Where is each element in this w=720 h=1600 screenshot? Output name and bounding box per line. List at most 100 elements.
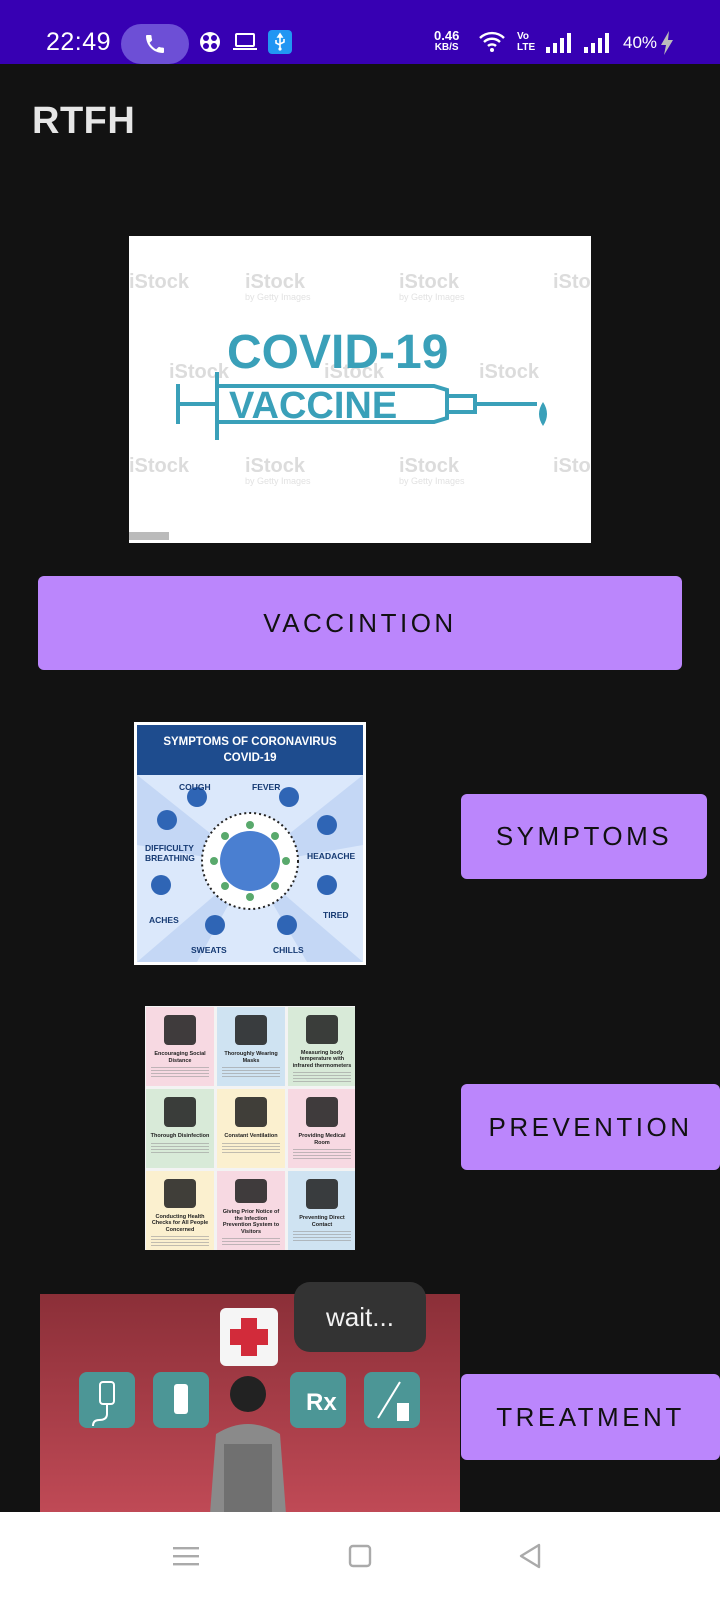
navigation-bar [0, 1512, 720, 1600]
status-time: 22:49 [46, 28, 112, 56]
label-cough: COUGH [179, 782, 211, 792]
vaccine-image: iStock iStock iStock iStock iStock iStoc… [129, 236, 591, 543]
prevention-tile-title: Conducting Health Checks for All People … [151, 1213, 209, 1233]
prevention-tile-title: Measuring body temperature with infrared… [292, 1049, 352, 1069]
prevention-tile-title: Providing Medical Room [298, 1133, 346, 1146]
home-square-icon [348, 1544, 372, 1568]
watermark-1: iStock [129, 271, 190, 293]
back-button[interactable] [510, 1536, 550, 1576]
watermark-sub-1: by Getty Images [245, 292, 311, 302]
prevention-tile-body [222, 1238, 280, 1246]
prevention-tile-body [222, 1142, 280, 1153]
label-headache: HEADACHE [307, 851, 356, 861]
prevention-tile-title: Giving Prior Notice of the Infection Pre… [222, 1209, 280, 1235]
symptoms-title-line2: COVID-19 [223, 752, 276, 764]
volte-indicator: Vo LTE [517, 31, 535, 53]
symptoms-button[interactable]: SYMPTOMS [461, 794, 707, 879]
prevention-tile-icon [235, 1015, 267, 1045]
prevention-tile-body [151, 1067, 209, 1077]
prevention-tile: Measuring body temperature with infrared… [288, 1007, 355, 1086]
app-title: RTFH [32, 100, 136, 142]
prevention-tile-title: Encouraging Social Distance [154, 1051, 206, 1064]
network-speed-value: 0.46 [434, 28, 460, 43]
prevention-tile-title: Preventing Direct Contact [299, 1215, 345, 1228]
prevention-tile-body [151, 1142, 209, 1153]
prevention-tile: Encouraging Social Distance [146, 1007, 214, 1086]
label-breathing1: DIFFICULTY [145, 843, 194, 853]
menu-icon [173, 1547, 199, 1566]
battery-percent: 40% [623, 33, 658, 52]
prevention-tile-title: Thoroughly Wearing Masks [224, 1051, 278, 1064]
iv-drip-icon [79, 1372, 135, 1428]
prevention-tile-body [293, 1231, 351, 1241]
volte-line1: Vo [517, 31, 530, 42]
signal-sim2-icon [584, 33, 609, 53]
syringe-vial-icon [364, 1372, 420, 1428]
first-aid-icon [220, 1308, 278, 1366]
vaccine-illustration: iStock iStock iStock iStock iStock iStoc… [129, 271, 591, 540]
signal-sim1-icon [546, 33, 571, 53]
usb-icon [268, 30, 292, 54]
volte-line2: LTE [517, 42, 536, 53]
back-triangle-icon [519, 1543, 541, 1569]
prevention-tile: Thorough Disinfection [146, 1089, 214, 1168]
network-speed: 0.46 KB/S [434, 28, 460, 54]
vaccine-image-line1: COVID-19 [227, 326, 448, 379]
treatment-button[interactable]: TREATMENT [461, 1374, 720, 1460]
network-speed-unit: KB/S [434, 42, 459, 53]
recents-button[interactable] [166, 1536, 206, 1576]
prevention-tile-icon [164, 1015, 196, 1045]
charging-icon [661, 31, 673, 55]
prevention-image: Encouraging Social Distance Thoroughly We… [145, 1006, 355, 1250]
laptop-icon [233, 33, 257, 50]
watermark-11: iStock [553, 455, 591, 477]
label-breathing2: BREATHING [145, 853, 195, 863]
prevention-tile-title: Constant Ventilation [224, 1133, 278, 1139]
prevention-tile: Constant Ventilation [217, 1089, 285, 1168]
watermark-sub-4: by Getty Images [399, 476, 465, 486]
symptoms-image: SYMPTOMS OF CORONAVIRUS COVID-19 COUGH F… [134, 722, 366, 965]
vaccination-button[interactable]: VACCINTION [38, 576, 682, 670]
phone-icon [146, 35, 164, 53]
watermark-8: iStock [129, 455, 190, 477]
watermark-sub-3: by Getty Images [245, 476, 311, 486]
prevention-tile: Providing Medical Room [288, 1089, 355, 1168]
vaccine-image-line2: VACCINE [229, 385, 397, 427]
prevention-tile-icon [306, 1015, 338, 1044]
label-chills: CHILLS [273, 945, 304, 955]
watermark-7: iStock [479, 361, 540, 383]
prevention-grid: Encouraging Social Distance Thoroughly We… [145, 1006, 355, 1250]
prevention-tile-body [222, 1067, 280, 1077]
label-aches: ACHES [149, 915, 179, 925]
wifi-icon [479, 31, 505, 52]
watermark-2: iStock [245, 271, 306, 293]
watermark-10: iStock [399, 455, 460, 477]
home-button[interactable] [340, 1536, 380, 1576]
prevention-tile-body [293, 1149, 351, 1159]
label-tired: TIRED [323, 910, 349, 920]
watermark-sub-2: by Getty Images [399, 292, 465, 302]
prevention-tile-body [293, 1072, 351, 1082]
watermark-3: iStock [399, 271, 460, 293]
prevention-tile-icon [164, 1179, 196, 1208]
prevention-button[interactable]: PREVENTION [461, 1084, 720, 1170]
symptoms-illustration: SYMPTOMS OF CORONAVIRUS COVID-19 COUGH F… [137, 725, 363, 962]
status-bar: 22:49 0.46 KB/S Vo LTE 40% [0, 0, 720, 64]
symptoms-title-line1: SYMPTOMS OF CORONAVIRUS [163, 736, 337, 748]
prevention-tile-icon [235, 1097, 267, 1127]
ongoing-call-chip[interactable] [121, 24, 189, 64]
prevention-tile: Thoroughly Wearing Masks [217, 1007, 285, 1086]
toast-message: wait... [294, 1282, 426, 1352]
prevention-tile-icon [235, 1179, 267, 1203]
label-fever: FEVER [252, 782, 280, 792]
label-sweats: SWEATS [191, 945, 227, 955]
prevention-tile-body [151, 1236, 209, 1246]
prevention-tile-icon [164, 1097, 196, 1127]
rx-text: Rx [306, 1389, 337, 1416]
prevention-tile: Giving Prior Notice of the Infection Pre… [217, 1171, 285, 1250]
watermark-9: iStock [245, 455, 306, 477]
prevention-tile-icon [306, 1179, 338, 1209]
watermark-4: iStock [553, 271, 591, 293]
prevention-tile: Preventing Direct Contact [288, 1171, 355, 1250]
prevention-tile-icon [306, 1097, 338, 1127]
